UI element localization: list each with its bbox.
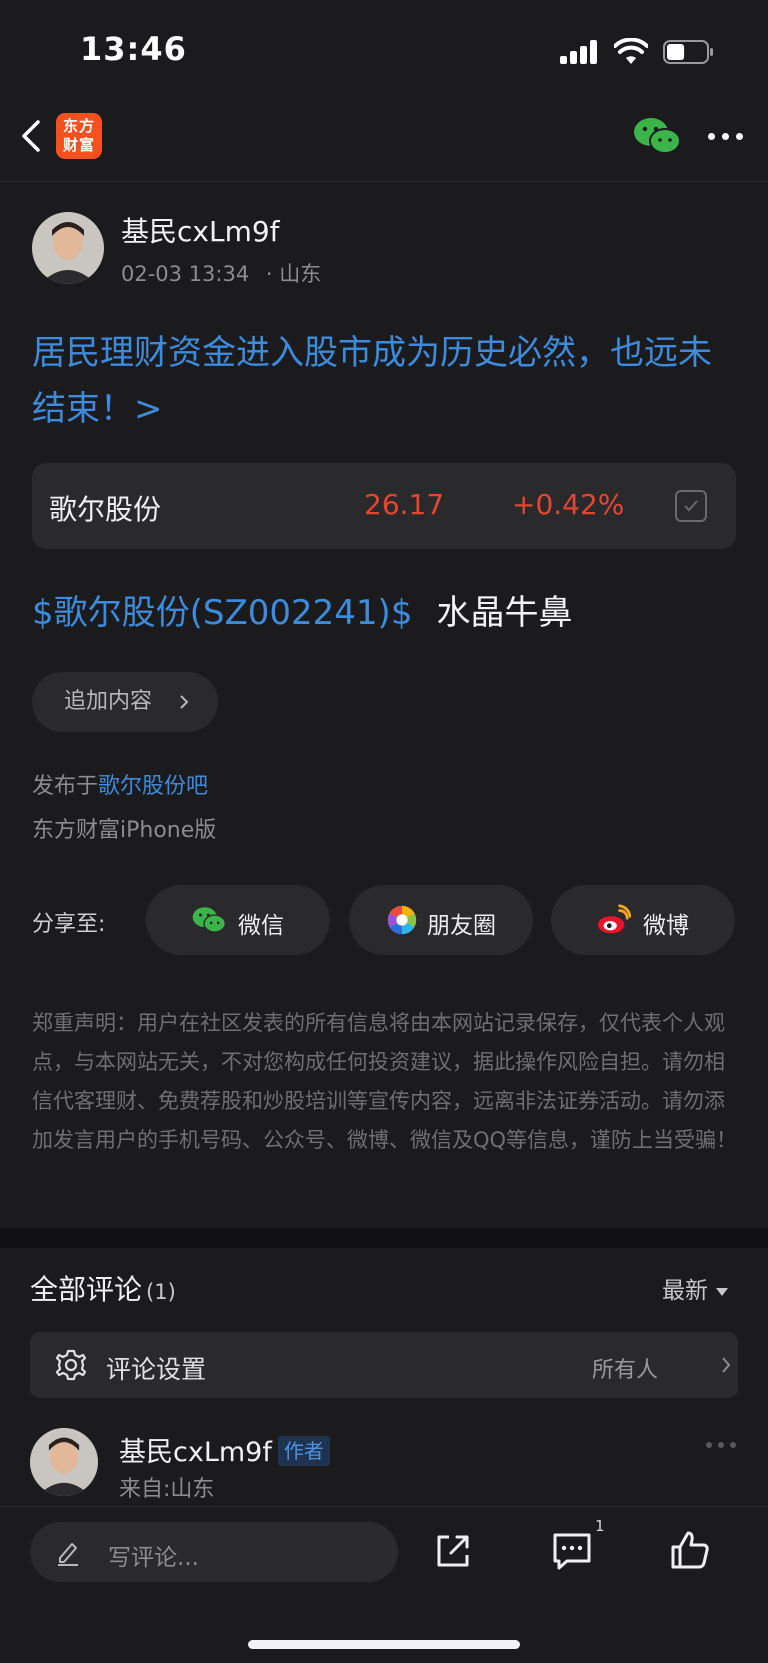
post-title[interactable]: 居民理财资金进入股市成为历史必然，也远未结束！> xyxy=(32,325,732,437)
wechat-icon[interactable] xyxy=(633,116,681,156)
signal-icon xyxy=(560,40,600,64)
share-weibo-button[interactable]: 微博 xyxy=(551,885,735,955)
pencil-icon xyxy=(58,1543,78,1566)
post-body-text: 水晶牛鼻 xyxy=(436,593,573,633)
moments-icon xyxy=(387,905,417,935)
stock-price: 26.17 xyxy=(364,488,445,521)
comment-sort-select[interactable]: 最新 xyxy=(662,1271,728,1305)
commenter-location: 来自:山东 xyxy=(119,1477,215,1502)
bottom-action-bar: 写评论... 1 xyxy=(0,1506,768,1663)
comment-settings-label: 评论设置 xyxy=(106,1355,207,1384)
weibo-icon xyxy=(597,904,631,934)
post-timestamp: 02-03 13:34 xyxy=(121,262,250,286)
share-moments-button[interactable]: 朋友圈 xyxy=(349,885,533,955)
add-watchlist-icon[interactable] xyxy=(675,490,707,522)
comment-count-badge: 1 xyxy=(595,1517,605,1535)
stock-change: +0.42% xyxy=(512,488,625,521)
comments-header: 全部评论 (1) xyxy=(30,1268,176,1308)
share-moments-label: 朋友圈 xyxy=(427,913,496,939)
commenter-name-row: 基民cxLm9f 作者 xyxy=(119,1430,330,1469)
disclaimer-text: 郑重声明：用户在社区发表的所有信息将由本网站记录保存，仅代表个人观点，与本网站无… xyxy=(32,1011,738,1152)
wechat-icon xyxy=(192,907,226,933)
commenter-name[interactable]: 基民cxLm9f xyxy=(119,1437,272,1468)
status-time: 13:46 xyxy=(80,30,187,68)
chevron-right-icon xyxy=(180,695,189,709)
home-indicator xyxy=(248,1640,520,1649)
share-weibo-label: 微博 xyxy=(643,913,689,939)
app-logo: 东方 财富 xyxy=(56,113,102,159)
comments-count: (1) xyxy=(146,1280,176,1304)
comment-sort-label: 最新 xyxy=(662,1278,708,1304)
comment-settings-value: 所有人 xyxy=(592,1358,659,1383)
post-meta: 02-03 13:34 · 山东 xyxy=(121,258,321,288)
append-content-button[interactable]: 追加内容 xyxy=(32,672,218,732)
device-info: 东方财富iPhone版 xyxy=(32,818,217,843)
comment-input-placeholder: 写评论... xyxy=(108,1545,199,1571)
comment-more-icon[interactable] xyxy=(706,1440,738,1450)
chevron-right-icon xyxy=(722,1357,731,1373)
publish-info: 发布于歌尔股份吧 xyxy=(32,768,208,800)
logo-text-line1: 东方 xyxy=(62,117,95,135)
post-body: $歌尔股份(SZ002241)$ 水晶牛鼻 xyxy=(32,585,572,634)
append-content-label: 追加内容 xyxy=(64,689,153,714)
author-avatar[interactable] xyxy=(32,212,104,284)
share-label: 分享至: xyxy=(32,912,106,937)
commenter-avatar[interactable] xyxy=(30,1428,98,1496)
logo-text-line2: 财富 xyxy=(62,136,95,154)
caret-down-icon xyxy=(716,1287,728,1296)
comment-settings-row[interactable]: 评论设置 所有人 xyxy=(30,1332,738,1398)
section-divider xyxy=(0,1228,768,1248)
comment-icon[interactable] xyxy=(551,1531,593,1571)
status-bar: 13:46 xyxy=(0,0,768,100)
post-location: · 山东 xyxy=(265,262,322,286)
stock-name: 歌尔股份 xyxy=(49,493,162,526)
stock-tag-link[interactable]: $歌尔股份(SZ002241)$ xyxy=(32,593,412,633)
comments-title: 全部评论 xyxy=(30,1273,143,1306)
thumbs-up-icon[interactable] xyxy=(669,1529,711,1571)
stock-card[interactable]: 歌尔股份 26.17 +0.42% xyxy=(32,463,736,549)
publish-prefix: 发布于 xyxy=(32,774,99,799)
share-icon[interactable] xyxy=(433,1531,473,1571)
share-wechat-button[interactable]: 微信 xyxy=(146,885,330,955)
back-icon[interactable] xyxy=(18,114,44,158)
nav-bar: 东方 财富 xyxy=(0,100,768,182)
more-icon[interactable] xyxy=(708,126,744,146)
author-badge: 作者 xyxy=(277,1436,330,1466)
wifi-icon xyxy=(614,38,648,64)
forum-link[interactable]: 歌尔股份吧 xyxy=(98,774,208,799)
share-wechat-label: 微信 xyxy=(238,913,284,939)
comment-input[interactable]: 写评论... xyxy=(30,1522,398,1582)
author-name[interactable]: 基民cxLm9f xyxy=(121,210,280,250)
gear-icon xyxy=(55,1349,87,1381)
battery-icon xyxy=(663,40,713,64)
